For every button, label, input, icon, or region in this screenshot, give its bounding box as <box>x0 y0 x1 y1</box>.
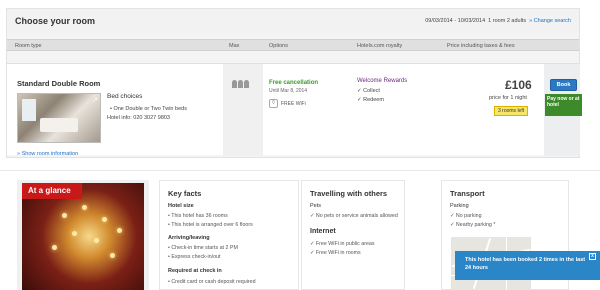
booking-notice-text: This hotel has been booked 2 times in th… <box>465 257 586 271</box>
parking-label: Parking <box>450 203 469 209</box>
required-at-check-in-label: Required at check in <box>168 268 222 274</box>
travelling-card: Travelling with others Pets ✓ No pets or… <box>301 180 405 290</box>
col-price: Price including taxes & fees <box>447 43 515 49</box>
rooms-adults: 1 room 2 adults <box>488 18 527 24</box>
col-max: Max <box>229 43 240 49</box>
price-note: price for 1 night <box>489 95 527 101</box>
change-search-label: Change search <box>533 18 571 24</box>
list-item: ✓ Nearby parking * <box>450 222 496 228</box>
list-item: • Credit card or cash deposit required <box>168 279 256 285</box>
pets-policy: No pets or service animals allowed <box>315 213 398 219</box>
change-search-link[interactable]: » Change search <box>529 18 571 24</box>
at-a-glance-label: At a glance <box>22 183 82 199</box>
wifi-public: Free WiFi in public areas <box>315 241 375 247</box>
key-facts-title: Key facts <box>168 189 202 198</box>
booking-notice: This hotel has been booked 2 times in th… <box>455 251 600 280</box>
parking-nearby: Nearby parking * <box>455 222 496 228</box>
internet-label: Internet <box>310 228 336 235</box>
list-item: ✓ No pets or service animals allowed <box>310 213 398 219</box>
hotel-size-label: Hotel size <box>168 203 194 209</box>
reward-collect: ✓ Collect <box>357 88 380 94</box>
list-item: ✓ No parking <box>450 213 482 219</box>
room-photo[interactable]: ↗ <box>17 93 101 143</box>
bed-option-text: One Double or Two Twin beds <box>113 106 187 112</box>
hotel-photo[interactable] <box>22 183 144 290</box>
welcome-rewards: Welcome Rewards <box>357 78 408 84</box>
cancel-until: Until Mar 8, 2014 <box>269 88 308 94</box>
guests-icon <box>232 80 249 88</box>
reward-collect-label: Collect <box>363 88 380 94</box>
pay-now-or-at-hotel-badge: Pay now or at hotel <box>545 94 582 116</box>
book-button[interactable]: Book <box>550 79 577 91</box>
bed-option: • One Double or Two Twin beds <box>110 106 187 112</box>
reward-redeem: ✓ Redeem <box>357 97 384 103</box>
reward-redeem-label: Redeem <box>363 97 384 103</box>
list-item: • This hotel is arranged over 6 floors <box>168 222 253 228</box>
list-item: • Check-in time starts at 2 PM <box>168 245 238 251</box>
hotel-size-floors: This hotel is arranged over 6 floors <box>171 222 253 228</box>
expand-icon[interactable]: ↗ <box>92 96 98 104</box>
rooms-left-badge: 3 rooms left <box>494 106 529 116</box>
list-item: ✓ Free WiFi in rooms <box>310 250 361 256</box>
express-check: Express check-in/out <box>171 254 221 260</box>
show-room-info-label: Show room information <box>21 151 79 157</box>
search-summary: 09/03/2014 - 10/03/2014 1 room 2 adults … <box>425 18 571 24</box>
hotel-info: Hotel info: 020 3027 9803 <box>107 115 170 121</box>
arriving-leaving-label: Arriving/leaving <box>168 235 210 241</box>
col-loyalty: Hotels.com royalty <box>357 43 403 49</box>
table-header: Room type Max Options Hotels.com royalty… <box>7 39 579 51</box>
room-row: Standard Double Room ↗ Bed choices • One… <box>7 63 582 157</box>
wifi-icon: ⌔ <box>269 99 278 108</box>
pets-label: Pets <box>310 203 322 209</box>
parking-no: No parking <box>455 213 482 219</box>
show-room-info-link[interactable]: » Show room information <box>17 151 78 157</box>
check-in-time: Check-in time starts at 2 PM <box>171 245 238 251</box>
room-name: Standard Double Room <box>17 79 101 88</box>
section-divider <box>0 170 600 171</box>
panel-header: Choose your room 09/03/2014 - 10/03/2014… <box>7 9 579 33</box>
transport-title: Transport <box>450 189 485 198</box>
col-options: Options <box>269 43 288 49</box>
close-icon[interactable]: x <box>589 253 596 260</box>
room-price: £106 <box>505 78 532 92</box>
list-item: • Express check-in/out <box>168 254 221 260</box>
choose-room-panel: Choose your room 09/03/2014 - 10/03/2014… <box>6 8 582 158</box>
free-cancellation: Free cancellation <box>269 80 319 86</box>
key-facts-card: Key facts Hotel size • This hotel has 36… <box>159 180 299 290</box>
list-item: ✓ Free WiFi in public areas <box>310 241 375 247</box>
wifi-label: FREE WiFi <box>281 101 306 107</box>
wifi-rooms: Free WiFi in rooms <box>315 250 361 256</box>
travelling-title: Travelling with others <box>310 189 388 198</box>
panel-title: Choose your room <box>15 16 96 26</box>
bed-choices-label: Bed choices <box>107 93 143 100</box>
hotel-size-rooms: This hotel has 36 rooms <box>171 213 228 219</box>
col-room-type: Room type <box>15 43 42 49</box>
deposit-required: Credit card or cash deposit required <box>171 279 256 285</box>
list-item: • This hotel has 36 rooms <box>168 213 228 219</box>
max-occupancy-cell <box>223 64 263 156</box>
stay-dates: 09/03/2014 - 10/03/2014 <box>425 18 486 24</box>
